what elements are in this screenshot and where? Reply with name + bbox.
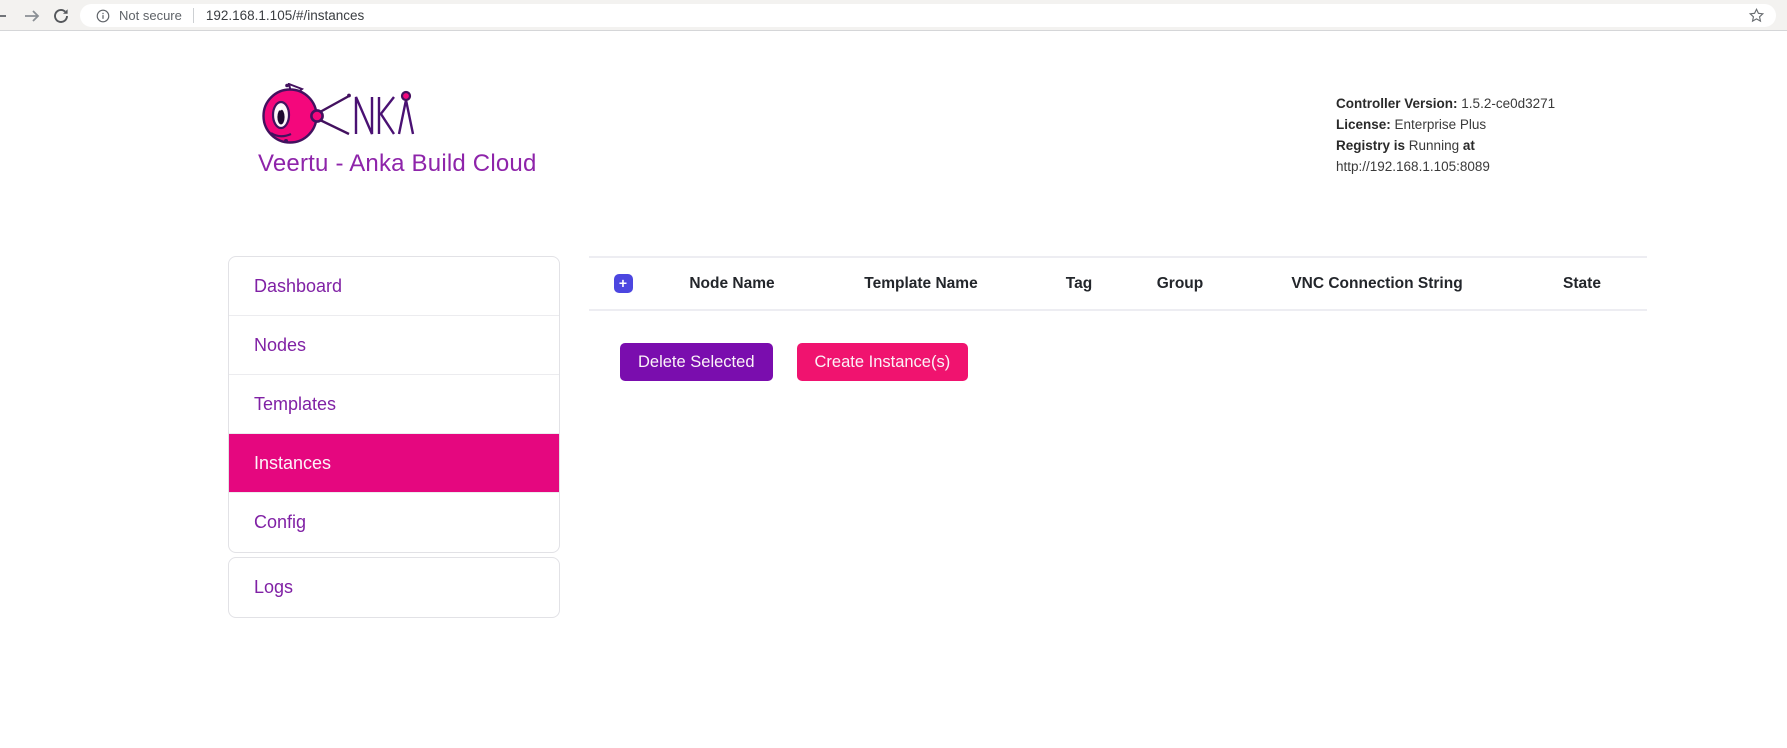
license-line: License: Enterprise Plus: [1336, 114, 1555, 135]
sidebar-item-dashboard[interactable]: Dashboard: [229, 257, 559, 316]
sidebar-item-config[interactable]: Config: [229, 493, 559, 552]
delete-selected-button[interactable]: Delete Selected: [620, 343, 773, 381]
bookmark-star-icon[interactable]: [1748, 7, 1765, 24]
column-header-vnc-connection-string: VNC Connection String: [1237, 275, 1517, 293]
column-header-group: Group: [1123, 275, 1237, 293]
instances-page: Veertu - Anka Build Cloud Controller Ver…: [0, 31, 1787, 747]
select-all-plus-icon[interactable]: +: [614, 274, 633, 293]
info-circle-icon[interactable]: [96, 9, 110, 23]
controller-version-line: Controller Version: 1.5.2-ce0d3271: [1336, 93, 1555, 114]
sidebar-item-templates[interactable]: Templates: [229, 375, 559, 434]
url-text[interactable]: 192.168.1.105/#/instances: [206, 8, 364, 23]
sidebar-nav: Dashboard Nodes Templates Instances Conf…: [228, 256, 560, 618]
sidebar-main-card: Dashboard Nodes Templates Instances Conf…: [228, 256, 560, 553]
registry-label: Registry is: [1336, 138, 1405, 153]
license-value: Enterprise Plus: [1395, 117, 1487, 132]
forward-icon[interactable]: [23, 7, 41, 25]
license-label: License:: [1336, 117, 1391, 132]
create-instances-button[interactable]: Create Instance(s): [797, 343, 969, 381]
table-header-row: + Node Name Template Name Tag Group VNC …: [589, 256, 1647, 311]
controller-info: Controller Version: 1.5.2-ce0d3271 Licen…: [1336, 93, 1555, 177]
table-actions: Delete Selected Create Instance(s): [620, 343, 968, 381]
browser-toolbar: Not secure 192.168.1.105/#/instances: [0, 0, 1787, 31]
sidebar-item-nodes[interactable]: Nodes: [229, 316, 559, 375]
select-all-cell: +: [589, 274, 657, 293]
registry-line: Registry is Running at: [1336, 135, 1555, 156]
back-icon[interactable]: [0, 7, 8, 25]
registry-url: http://192.168.1.105:8089: [1336, 159, 1490, 174]
sidebar-item-logs[interactable]: Logs: [229, 558, 559, 617]
controller-version-label: Controller Version:: [1336, 96, 1458, 111]
registry-at-label: at: [1463, 138, 1475, 153]
address-bar[interactable]: Not secure 192.168.1.105/#/instances: [80, 4, 1776, 27]
address-separator: [193, 8, 194, 23]
sidebar-logs-card: Logs: [228, 557, 560, 618]
sidebar-item-instances[interactable]: Instances: [229, 434, 559, 493]
registry-status: Running: [1409, 138, 1459, 153]
page-title: Veertu - Anka Build Cloud: [258, 150, 537, 178]
instances-table: + Node Name Template Name Tag Group VNC …: [589, 256, 1647, 311]
column-header-state: State: [1517, 275, 1647, 293]
controller-version-value: 1.5.2-ce0d3271: [1461, 96, 1555, 111]
registry-url-line: http://192.168.1.105:8089: [1336, 156, 1555, 177]
reload-icon[interactable]: [53, 8, 69, 24]
column-header-node-name: Node Name: [657, 275, 807, 293]
security-label: Not secure: [119, 8, 182, 23]
column-header-tag: Tag: [1035, 275, 1123, 293]
column-header-template-name: Template Name: [807, 275, 1035, 293]
anka-logo: [260, 83, 415, 150]
